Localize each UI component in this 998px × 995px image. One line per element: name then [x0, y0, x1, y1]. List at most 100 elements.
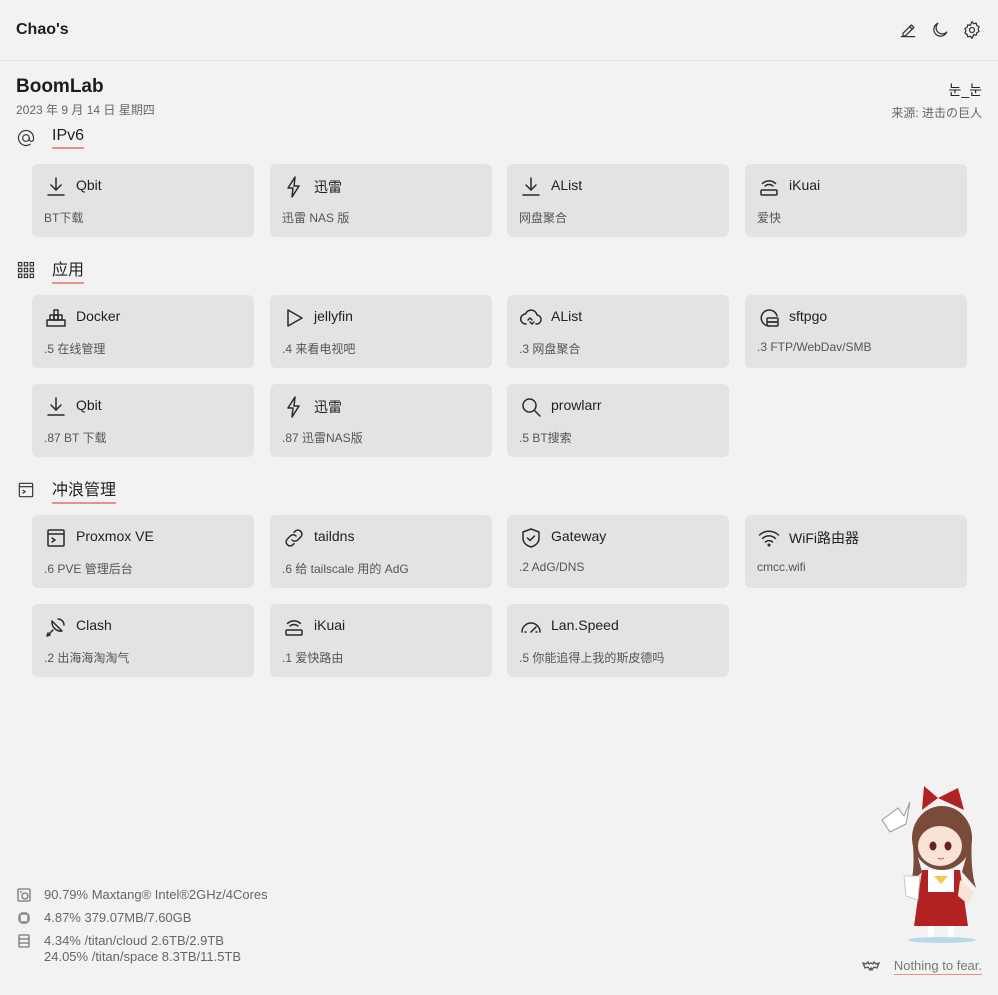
app-card-qbit-ipv6[interactable]: Qbit BT下载 — [32, 164, 254, 237]
cpu-icon — [16, 887, 32, 903]
router-icon — [757, 175, 781, 199]
card-name: AList — [551, 308, 583, 324]
link-icon — [282, 526, 306, 550]
card-name: jellyfin — [314, 308, 353, 324]
card-desc: .1 爱快路由 — [282, 651, 344, 665]
app-card-qbit[interactable]: Qbit .87 BT 下载 — [32, 384, 254, 457]
memory-text: 4.87% 379.07MB/7.60GB — [44, 910, 192, 925]
card-desc: .2 AdG/DNS — [519, 560, 585, 574]
card-name: iKuai — [789, 177, 821, 193]
card-desc: .5 BT搜索 — [519, 431, 572, 445]
greeting: BoomLab 2023 年 9 月 14 日 星期四 — [16, 76, 155, 118]
cpu-text: 90.79% Maxtang® Intel®2GHz/4Cores — [44, 887, 268, 902]
satellite-dish-icon — [44, 615, 68, 639]
card-desc: .87 迅雷NAS版 — [282, 431, 363, 445]
grid-icon — [16, 260, 36, 280]
app-card-docker[interactable]: Docker .5 在线管理 — [32, 295, 254, 368]
mascot-illustration — [876, 780, 982, 945]
card-desc: BT下载 — [44, 211, 84, 225]
app-card-prowlarr[interactable]: prowlarr .5 BT搜索 — [507, 384, 729, 457]
app-card-clash[interactable]: Clash .2 出海海淘淘气 — [32, 604, 254, 677]
section-title: 冲浪管理 — [52, 476, 117, 504]
app-card-proxmox[interactable]: Proxmox VE .6 PVE 管理后台 — [32, 515, 254, 588]
card-desc: .87 BT 下载 — [44, 431, 107, 445]
card-desc: .2 出海海淘淘气 — [44, 651, 130, 665]
lightning-icon — [282, 395, 306, 419]
section-ipv6: IPv6 — [16, 127, 85, 149]
app-card-ikuai[interactable]: iKuai .1 爱快路由 — [270, 604, 492, 677]
footer-text[interactable]: Nothing to fear. — [893, 958, 982, 975]
card-desc: 迅雷 NAS 版 — [282, 211, 350, 225]
moon-icon[interactable] — [930, 20, 950, 40]
section-title: IPv6 — [52, 127, 85, 149]
greeting-title: BoomLab — [16, 76, 104, 97]
section-title: 应用 — [52, 256, 85, 284]
app-card-sftpgo[interactable]: sftpgo .3 FTP/WebDav/SMB — [745, 295, 967, 368]
wifi-icon — [757, 526, 781, 550]
download-icon — [44, 395, 68, 419]
card-name: Lan.Speed — [551, 617, 619, 633]
card-desc: 网盘聚合 — [519, 211, 568, 225]
card-name: Qbit — [76, 397, 102, 413]
card-desc: 爱快 — [757, 211, 782, 225]
at-icon — [16, 128, 36, 148]
bat-icon — [861, 957, 880, 975]
app-card-wifi-router[interactable]: WiFi路由器 cmcc.wifi — [745, 515, 967, 588]
memory-stat: 4.87% 379.07MB/7.60GB — [16, 910, 268, 926]
app-card-alist-ipv6[interactable]: AList 网盘聚合 — [507, 164, 729, 237]
brand-title[interactable]: Chao's — [16, 21, 69, 39]
memory-chip-icon — [16, 910, 32, 926]
card-name: Docker — [76, 308, 121, 324]
card-name: 迅雷 — [314, 399, 342, 415]
card-name: Qbit — [76, 177, 102, 193]
play-icon — [282, 306, 306, 330]
cpu-stat: 90.79% Maxtang® Intel®2GHz/4Cores — [16, 887, 268, 903]
app-card-taildns[interactable]: taildns .6 给 tailscale 用的 AdG — [270, 515, 492, 588]
section-surf: 冲浪管理 — [16, 476, 117, 504]
card-desc: .6 PVE 管理后台 — [44, 562, 133, 576]
footer-note: Nothing to fear. — [861, 957, 982, 975]
router-icon — [282, 615, 306, 639]
edit-icon[interactable] — [898, 20, 918, 40]
card-desc: cmcc.wifi — [757, 560, 806, 574]
search-icon — [519, 395, 543, 419]
card-name: prowlarr — [551, 397, 602, 413]
card-name: sftpgo — [789, 308, 828, 324]
app-card-jellyfin[interactable]: jellyfin .4 来看电视吧 — [270, 295, 492, 368]
app-card-xunlei-ipv6[interactable]: 迅雷 迅雷 NAS 版 — [270, 164, 492, 237]
docker-icon — [44, 306, 68, 330]
app-card-ikuai-ipv6[interactable]: iKuai 爱快 — [745, 164, 967, 237]
disk-space-text: 24.05% /titan/space 8.3TB/11.5TB — [44, 949, 242, 964]
disk-icon — [16, 933, 32, 949]
card-desc: .5 在线管理 — [44, 342, 106, 356]
greeting-date: 2023 年 9 月 14 日 星期四 — [16, 103, 155, 117]
quote: 눈_눈 来源: 进击の巨人 — [891, 80, 982, 121]
card-desc: .4 来看电视吧 — [282, 342, 356, 356]
quote-source: 来源: 进击の巨人 — [891, 106, 982, 120]
server-icon — [757, 306, 781, 330]
top-bar: Chao's — [0, 0, 998, 61]
card-name: Gateway — [551, 528, 607, 544]
card-name: 迅雷 — [314, 179, 342, 195]
app-card-alist[interactable]: AList .3 网盘聚合 — [507, 295, 729, 368]
gear-icon[interactable] — [962, 20, 982, 40]
app-card-gateway[interactable]: Gateway .2 AdG/DNS — [507, 515, 729, 588]
app-card-xunlei[interactable]: 迅雷 .87 迅雷NAS版 — [270, 384, 492, 457]
card-name: AList — [551, 177, 583, 193]
quote-text: 눈_눈 — [948, 82, 982, 98]
card-name: WiFi路由器 — [789, 530, 859, 546]
download-icon — [519, 175, 543, 199]
lightning-icon — [282, 175, 306, 199]
card-desc: .3 FTP/WebDav/SMB — [757, 340, 872, 354]
section-apps: 应用 — [16, 256, 85, 284]
cloud-sync-icon — [519, 306, 543, 330]
terminal-window-icon — [16, 480, 36, 500]
app-card-lan-speed[interactable]: Lan.Speed .5 你能追得上我的斯皮德吗 — [507, 604, 729, 677]
shield-check-icon — [519, 526, 543, 550]
system-stats: 90.79% Maxtang® Intel®2GHz/4Cores 4.87% … — [16, 887, 268, 972]
disk-cloud-text: 4.34% /titan/cloud 2.6TB/2.9TB — [44, 933, 224, 948]
card-desc: .6 给 tailscale 用的 AdG — [282, 562, 409, 576]
top-actions — [898, 20, 982, 40]
card-name: Clash — [76, 617, 112, 633]
card-name: taildns — [314, 528, 355, 544]
